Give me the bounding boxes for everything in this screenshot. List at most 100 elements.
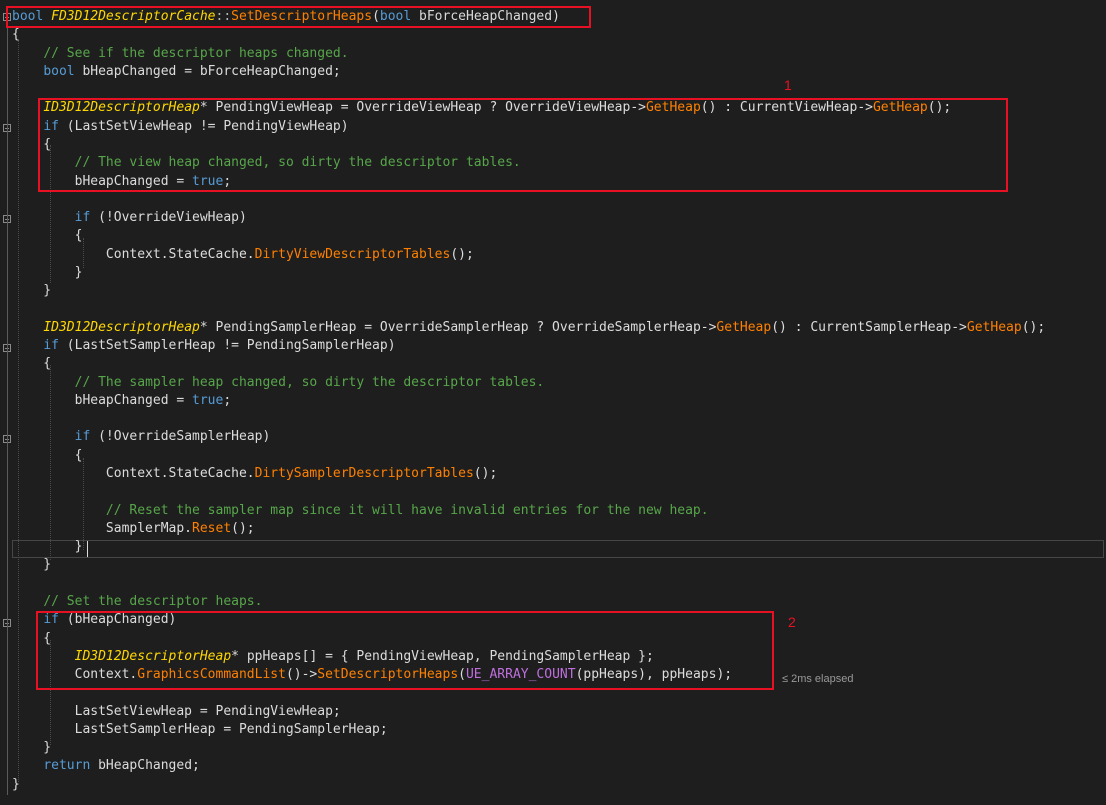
code-line-text: Context.StateCache.DirtySamplerDescripto…	[12, 465, 497, 483]
code-token: (LastSetSamplerHeap != PendingSamplerHea…	[58, 338, 396, 354]
code-line[interactable]	[0, 575, 1106, 593]
code-line[interactable]: bHeapChanged = true;	[0, 392, 1106, 410]
code-line[interactable]: {	[0, 26, 1106, 44]
annotation-box-2	[36, 611, 774, 690]
code-token: Reset	[192, 520, 232, 536]
code-token: if	[74, 429, 91, 445]
code-token: LastSetViewHeap = PendingViewHeap;	[12, 703, 341, 719]
code-token: ID3D12DescriptorHeap	[43, 319, 200, 335]
code-line[interactable]: if (!OverrideViewHeap)	[0, 209, 1106, 227]
code-line-text: if (!OverrideViewHeap)	[12, 209, 247, 227]
code-editor[interactable]: bool FD3D12DescriptorCache::SetDescripto…	[0, 0, 1106, 805]
code-line[interactable]: }	[0, 538, 1106, 556]
code-token: {	[12, 27, 20, 43]
code-token: DirtyViewDescriptorTables	[254, 246, 451, 262]
code-token: }	[12, 539, 83, 555]
code-line-text: return bHeapChanged;	[12, 757, 200, 775]
code-line[interactable]: bool bHeapChanged = bForceHeapChanged;	[0, 63, 1106, 81]
code-token: () : CurrentSamplerHeap->	[771, 319, 967, 335]
code-token: {	[12, 447, 83, 463]
code-line-text: }	[12, 776, 20, 794]
code-token: (!OverrideSamplerHeap)	[90, 429, 271, 445]
code-token: bHeapChanged;	[90, 758, 200, 774]
code-line-text: // Reset the sampler map since it will h…	[12, 502, 709, 520]
code-token: Context.StateCache.	[12, 246, 255, 262]
code-line-text: bool bHeapChanged = bForceHeapChanged;	[12, 63, 341, 81]
code-line[interactable]	[0, 300, 1106, 318]
code-line[interactable]: ID3D12DescriptorHeap* PendingSamplerHeap…	[0, 319, 1106, 337]
code-token: {	[12, 228, 83, 244]
code-token: (!OverrideViewHeap)	[90, 210, 247, 226]
code-token: true	[192, 392, 224, 408]
code-line[interactable]: return bHeapChanged;	[0, 757, 1106, 775]
code-line-text: SamplerMap.Reset();	[12, 520, 255, 538]
code-token: * PendingSamplerHeap = OverrideSamplerHe…	[199, 319, 717, 335]
code-token: ();	[1021, 319, 1046, 335]
code-line-text: }	[12, 739, 51, 757]
code-token: }	[12, 264, 83, 280]
code-line[interactable]: SamplerMap.Reset();	[0, 520, 1106, 538]
code-token: bHeapChanged = bForceHeapChanged;	[74, 63, 341, 79]
code-line[interactable]: LastSetSamplerHeap = PendingSamplerHeap;	[0, 721, 1106, 739]
code-line-text: // See if the descriptor heaps changed.	[12, 45, 348, 63]
code-line[interactable]: {	[0, 447, 1106, 465]
code-line[interactable]	[0, 191, 1106, 209]
code-line[interactable]	[0, 81, 1106, 99]
code-token: {	[12, 356, 52, 372]
code-line-text: ID3D12DescriptorHeap* PendingSamplerHeap…	[12, 319, 1045, 337]
code-token: // The sampler heap changed, so dirty th…	[74, 374, 545, 390]
code-line[interactable]: }	[0, 776, 1106, 794]
perf-tip-hint[interactable]: ≤ 2ms elapsed	[782, 673, 853, 685]
text-caret	[87, 541, 88, 557]
code-line[interactable]: // See if the descriptor heaps changed.	[0, 45, 1106, 63]
code-token: // Set the descriptor heaps.	[43, 593, 263, 609]
code-line[interactable]: LastSetViewHeap = PendingViewHeap;	[0, 703, 1106, 721]
code-line-text: {	[12, 355, 51, 373]
code-line-text: bHeapChanged = true;	[12, 392, 232, 410]
code-line-text: {	[12, 227, 83, 245]
code-line-text: // Set the descriptor heaps.	[12, 593, 262, 611]
code-line-text: // The sampler heap changed, so dirty th…	[12, 374, 545, 392]
code-line[interactable]: // Set the descriptor heaps.	[0, 593, 1106, 611]
code-token: ();	[450, 246, 474, 262]
code-token: // Reset the sampler map since it will h…	[105, 502, 709, 518]
code-token: ();	[231, 520, 255, 536]
code-line[interactable]: {	[0, 227, 1106, 245]
code-token: }	[12, 283, 52, 299]
code-line-text: LastSetViewHeap = PendingViewHeap;	[12, 703, 341, 721]
code-line[interactable]: Context.StateCache.DirtyViewDescriptorTa…	[0, 246, 1106, 264]
code-line-text: if (!OverrideSamplerHeap)	[12, 428, 271, 446]
code-token: if	[74, 210, 91, 226]
code-line[interactable]: Context.StateCache.DirtySamplerDescripto…	[0, 465, 1106, 483]
code-line-text: }	[12, 264, 83, 282]
code-line[interactable]: }	[0, 282, 1106, 300]
code-line-text: {	[12, 26, 20, 44]
code-line[interactable]: {	[0, 355, 1106, 373]
code-token: SamplerMap.	[12, 520, 193, 536]
annotation-label-1: 1	[784, 77, 792, 93]
code-line[interactable]	[0, 410, 1106, 428]
code-token: ();	[473, 466, 498, 481]
code-token: DirtySamplerDescriptorTables	[254, 466, 474, 481]
code-token: bool	[43, 63, 75, 79]
code-token: Context.StateCache.	[12, 466, 255, 481]
code-line[interactable]: // The sampler heap changed, so dirty th…	[0, 374, 1106, 392]
code-line[interactable]: }	[0, 556, 1106, 574]
code-line-text: if (LastSetSamplerHeap != PendingSampler…	[12, 337, 396, 355]
annotation-box-function-signature	[6, 6, 591, 28]
code-token: }	[12, 557, 52, 573]
code-line-text: }	[12, 538, 83, 556]
code-line[interactable]: }	[0, 264, 1106, 282]
code-line[interactable]: if (LastSetSamplerHeap != PendingSampler…	[0, 337, 1106, 355]
code-line[interactable]: // Reset the sampler map since it will h…	[0, 502, 1106, 520]
code-line[interactable]: if (!OverrideSamplerHeap)	[0, 428, 1106, 446]
code-line[interactable]	[0, 483, 1106, 501]
code-line[interactable]: }	[0, 739, 1106, 757]
